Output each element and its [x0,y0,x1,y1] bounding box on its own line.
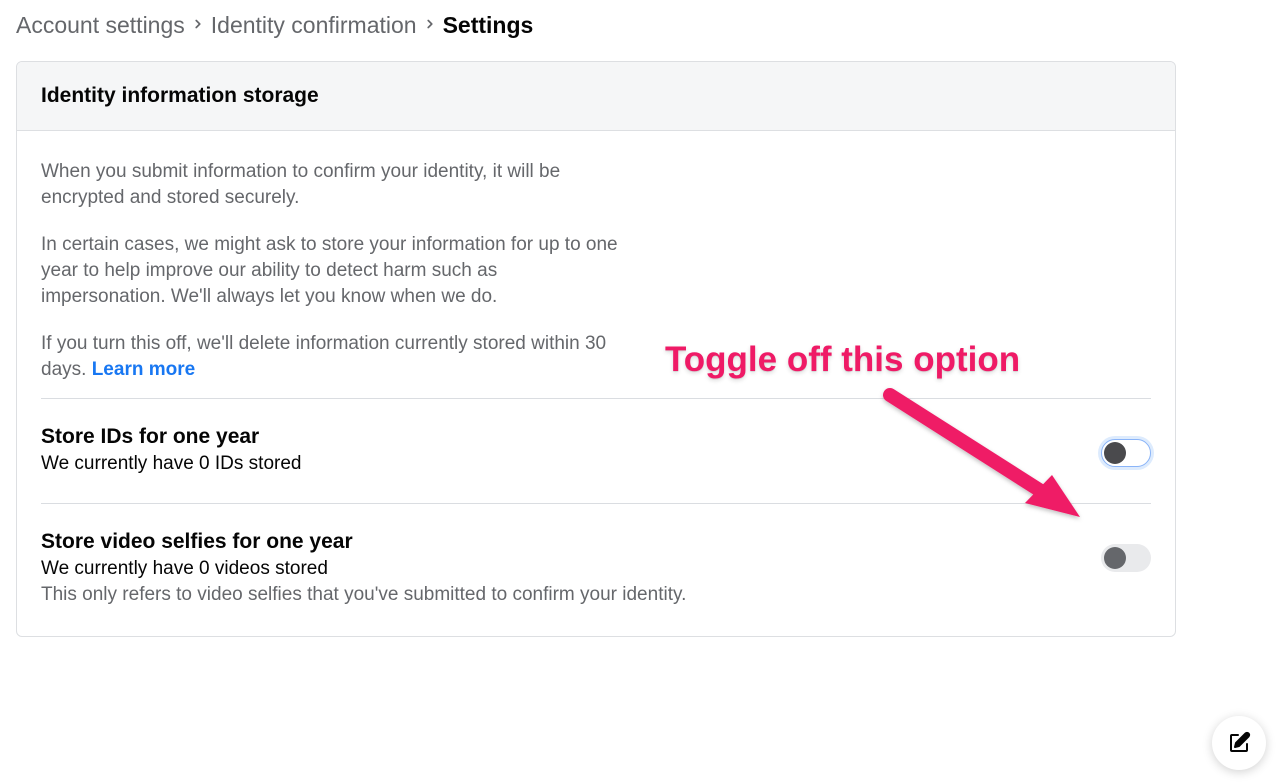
divider [41,503,1151,504]
toggle-knob [1104,442,1126,464]
compose-icon [1227,731,1251,755]
toggle-knob [1104,547,1126,569]
store-videos-title: Store video selfies for one year [41,530,1077,554]
breadcrumb: Account settings Identity confirmation S… [16,12,1264,39]
intro-paragraph-2: In certain cases, we might ask to store … [41,232,621,309]
store-videos-description: This only refers to video selfies that y… [41,584,1077,606]
store-ids-subtitle: We currently have 0 IDs stored [41,453,1077,475]
breadcrumb-account-settings[interactable]: Account settings [16,12,185,39]
divider [41,398,1151,399]
store-videos-toggle[interactable] [1101,544,1151,572]
chevron-right-icon [421,14,439,37]
card-header: Identity information storage [17,62,1175,131]
breadcrumb-identity-confirmation[interactable]: Identity confirmation [211,12,417,39]
section-store-ids: Store IDs for one year We currently have… [41,411,1151,491]
intro-paragraph-3: If you turn this off, we'll delete infor… [41,331,621,382]
card-body: When you submit information to confirm y… [17,131,1175,636]
store-ids-toggle[interactable] [1101,439,1151,467]
section-store-videos: Store video selfies for one year We curr… [41,516,1151,618]
learn-more-link[interactable]: Learn more [92,359,195,380]
store-videos-subtitle: We currently have 0 videos stored [41,558,1077,580]
annotation-text: Toggle off this option [665,340,1020,380]
intro-paragraph-1: When you submit information to confirm y… [41,159,621,210]
store-ids-title: Store IDs for one year [41,425,1077,449]
breadcrumb-current: Settings [443,12,534,39]
chevron-right-icon [189,14,207,37]
compose-button[interactable] [1212,716,1266,770]
